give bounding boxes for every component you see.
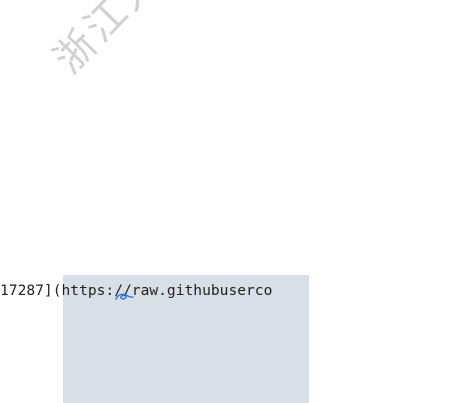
watermark-text: 浙江大学 (45, 0, 201, 83)
pen-scribble-icon (115, 293, 134, 300)
code-line[interactable]: 17287](https://raw.githubuserco (0, 281, 272, 301)
editor-canvas[interactable]: 浙江大学 17287](https://raw.githubuserco (0, 0, 455, 403)
